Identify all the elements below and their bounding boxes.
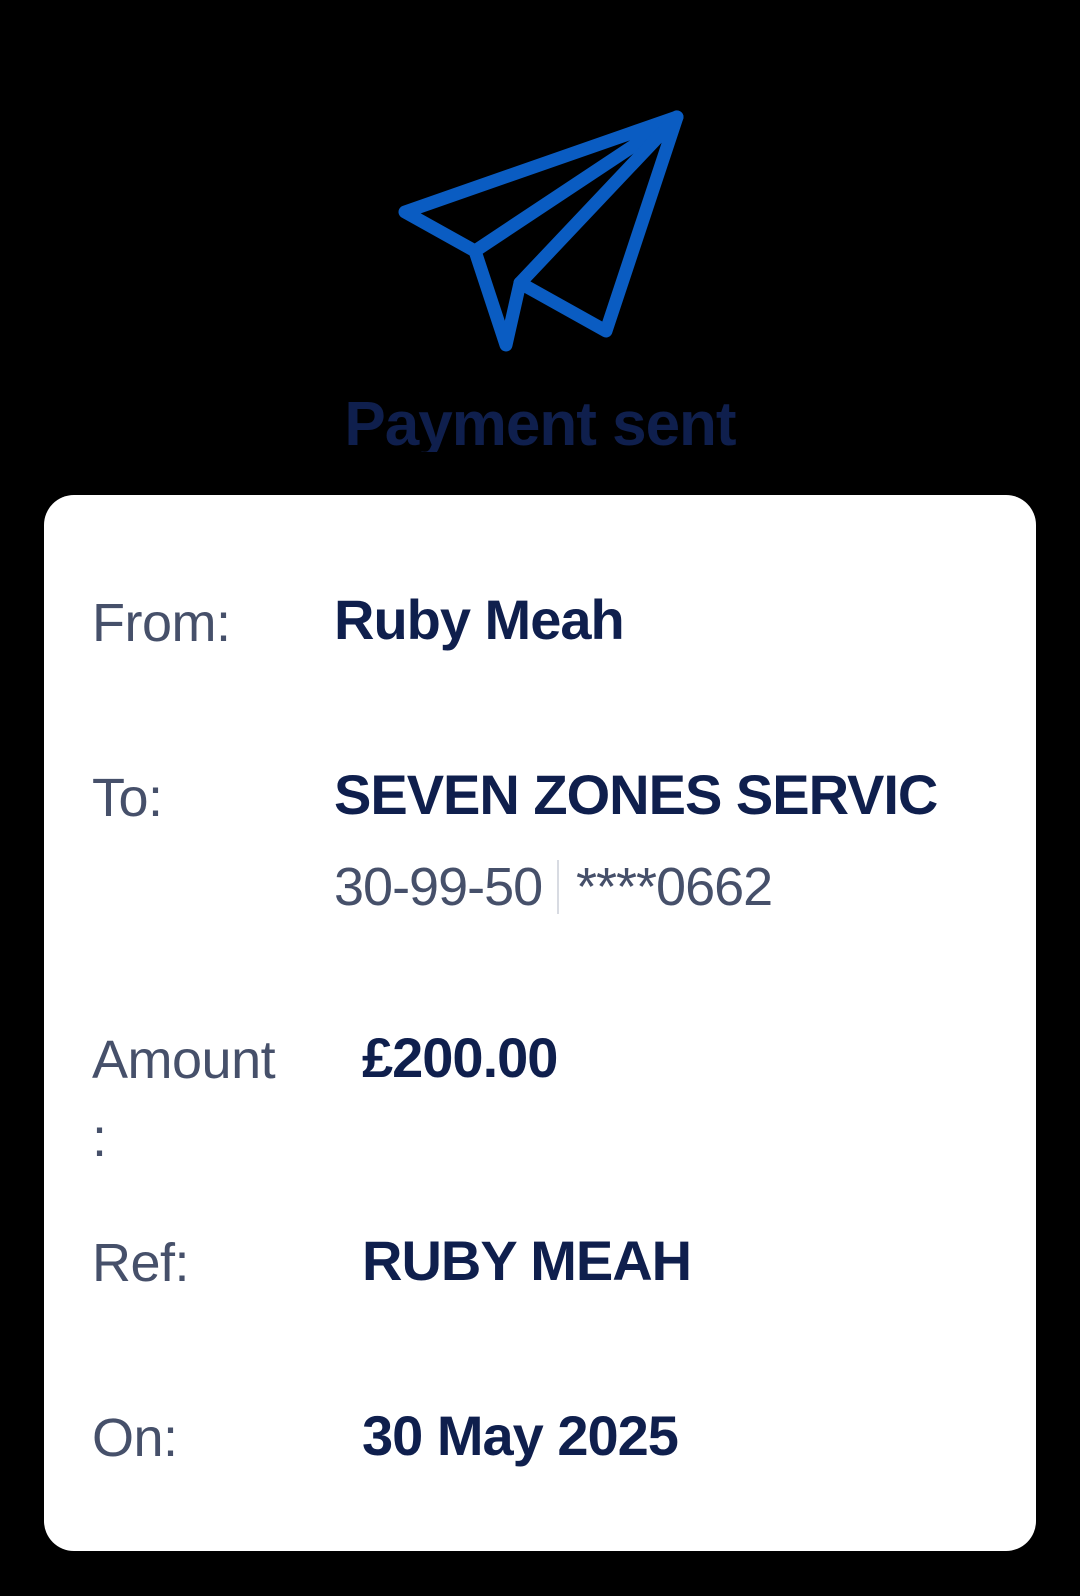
on-value: 30 May 2025 (362, 1404, 679, 1467)
confirmation-header: Payment sent (0, 0, 1080, 480)
amount-label: Amount (92, 1030, 276, 1090)
amount-value: £200.00 (362, 1026, 558, 1089)
ref-label: Ref: (92, 1233, 190, 1293)
page-title: Payment sent (344, 390, 736, 452)
on-label: On: (92, 1408, 178, 1468)
to-value: SEVEN ZONES SERVIC (334, 763, 938, 826)
account-number: ****0662 (576, 857, 773, 917)
sort-code: 30-99-50 (334, 857, 543, 917)
to-label: To: (92, 768, 163, 828)
paper-plane-icon (398, 110, 684, 352)
account-separator (557, 860, 559, 914)
ref-value: RUBY MEAH (362, 1229, 692, 1292)
amount-label-colon: : (92, 1108, 108, 1168)
from-label: From: (92, 593, 231, 653)
from-value: Ruby Meah (334, 588, 625, 651)
payment-details-card: From: Ruby Meah To: SEVEN ZONES SERVIC 3… (44, 495, 1036, 1551)
